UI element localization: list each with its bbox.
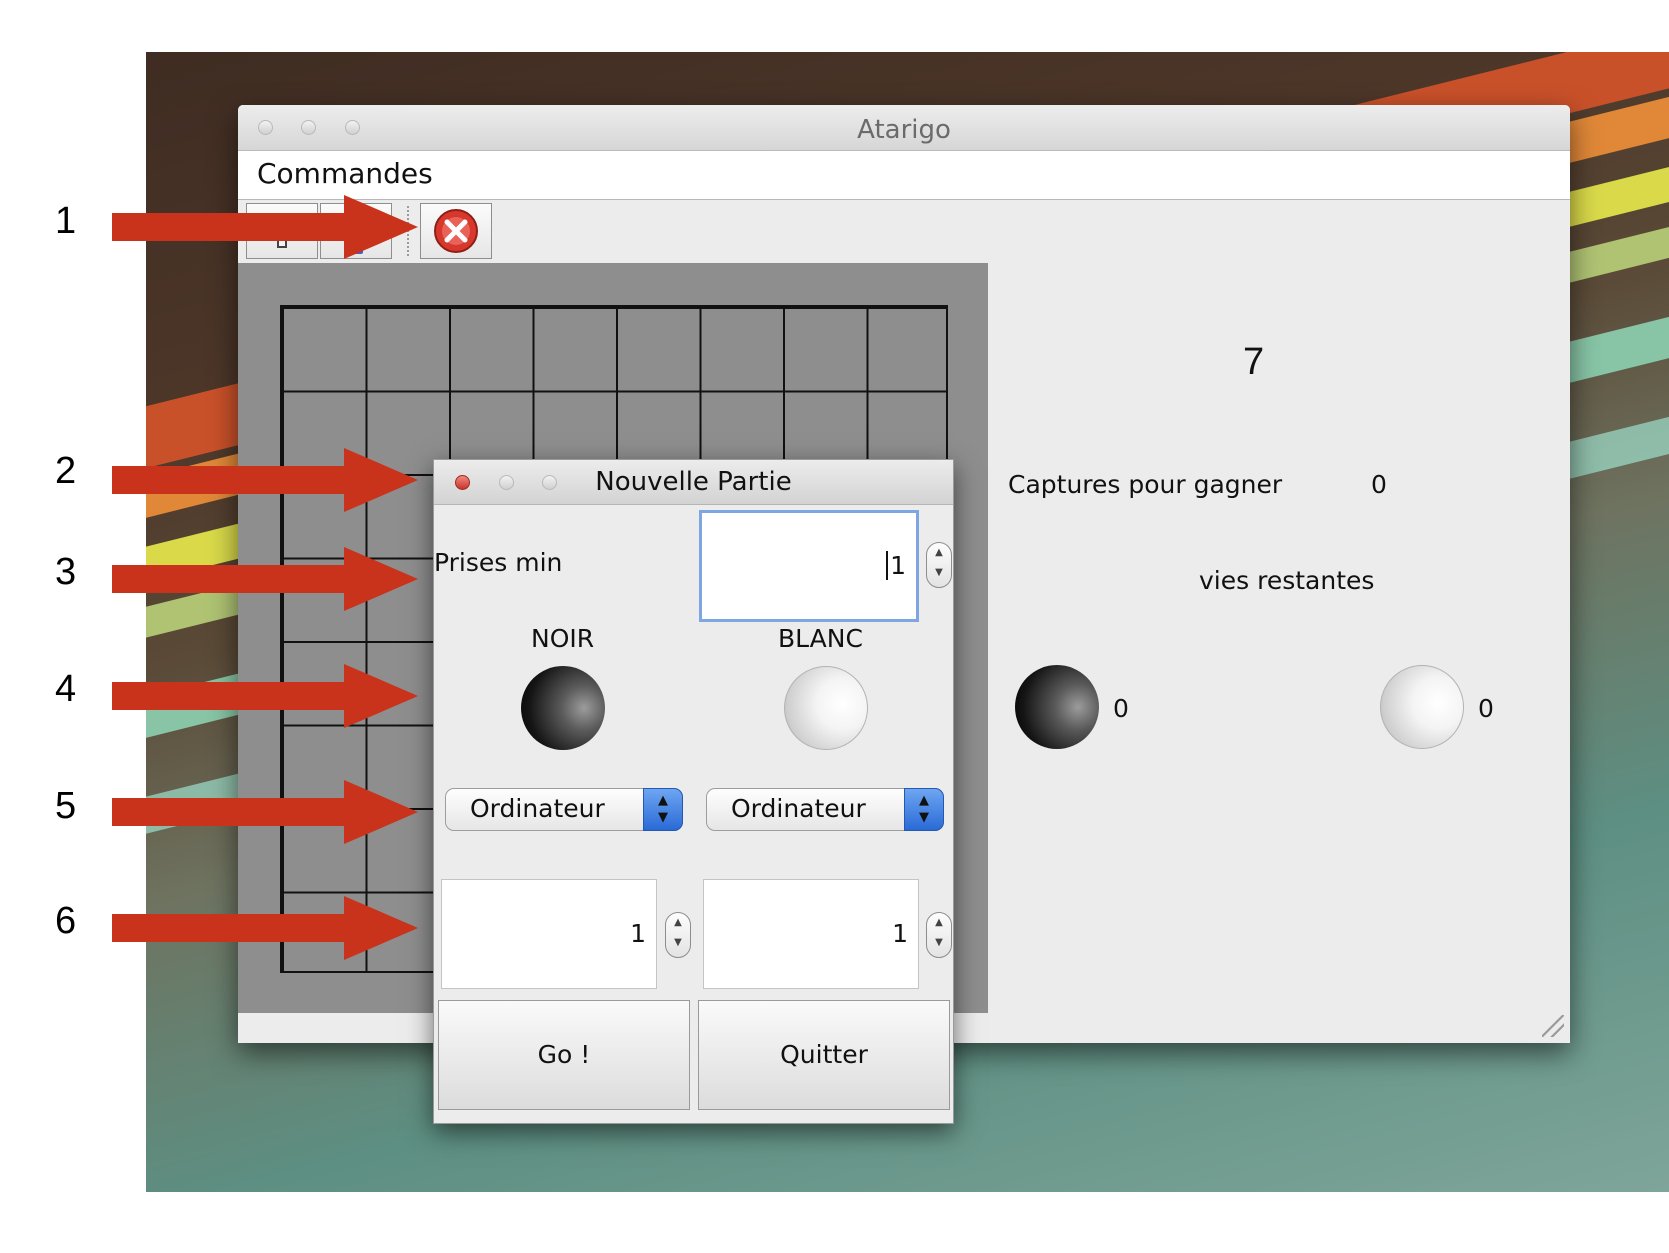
red-arrow-icon <box>112 780 418 844</box>
red-arrow-icon <box>112 896 418 960</box>
white-player-select[interactable]: Ordinateur ▲ ▼ <box>706 788 944 831</box>
red-arrow-icon <box>112 547 418 611</box>
black-lives-value: 0 <box>1113 694 1129 723</box>
black-stone-icon <box>521 666 605 750</box>
captures-value: 0 <box>1371 470 1387 499</box>
black-stone-icon <box>1015 665 1099 749</box>
lives-label: vies restantes <box>1199 566 1375 595</box>
info-count: 7 <box>1243 341 1265 383</box>
resize-grip[interactable] <box>1542 1015 1564 1037</box>
annotation-number: 1 <box>55 200 77 242</box>
red-arrow-icon <box>112 448 418 512</box>
annotation-number: 3 <box>55 551 77 593</box>
red-arrow-icon <box>112 195 418 259</box>
prises-min-label: Prises min <box>434 548 563 577</box>
prises-min-input[interactable]: 1 <box>699 510 919 622</box>
select-arrows-icon: ▲ ▼ <box>643 788 683 831</box>
annotation-number: 2 <box>55 450 77 492</box>
menu-commandes[interactable]: Commandes <box>257 157 433 190</box>
black-level-input[interactable]: 1 <box>441 879 657 989</box>
black-player-select[interactable]: Ordinateur ▲ ▼ <box>445 788 683 831</box>
white-player-value: Ordinateur <box>731 794 866 823</box>
window-title: Atarigo <box>857 115 951 145</box>
white-level-stepper[interactable]: ▲ ▼ <box>926 912 952 958</box>
white-lives-value: 0 <box>1478 694 1494 723</box>
black-level-value: 1 <box>630 919 646 948</box>
new-game-dialog: Nouvelle Partie Prises min 1 ▲ ▼ NOIR BLA… <box>433 459 954 1124</box>
prises-min-stepper[interactable]: ▲ ▼ <box>926 542 952 588</box>
quit-icon <box>434 209 478 253</box>
quit-button[interactable] <box>420 203 492 259</box>
white-level-input[interactable]: 1 <box>703 879 919 989</box>
menu-bar: Commandes <box>238 151 1570 200</box>
white-stone-icon <box>1380 665 1464 749</box>
prises-min-value: 1 <box>886 551 906 580</box>
annotation-number: 5 <box>55 785 77 827</box>
select-arrows-icon: ▲ ▼ <box>904 788 944 831</box>
window-titlebar[interactable]: Atarigo <box>238 105 1570 151</box>
white-player-label: BLANC <box>778 624 863 653</box>
white-level-value: 1 <box>892 919 908 948</box>
dialog-title: Nouvelle Partie <box>595 467 792 497</box>
annotation-number: 6 <box>55 900 77 942</box>
black-player-value: Ordinateur <box>470 794 605 823</box>
black-level-stepper[interactable]: ▲ ▼ <box>665 912 691 958</box>
quitter-button[interactable]: Quitter <box>698 1000 950 1110</box>
go-button[interactable]: Go ! <box>438 1000 690 1110</box>
annotation-number: 4 <box>55 668 77 710</box>
white-stone-icon <box>784 666 868 750</box>
captures-label: Captures pour gagner <box>1008 470 1283 499</box>
red-arrow-icon <box>112 664 418 728</box>
toolbar <box>238 200 1570 262</box>
dialog-titlebar[interactable]: Nouvelle Partie <box>434 460 953 505</box>
black-player-label: NOIR <box>531 624 595 653</box>
